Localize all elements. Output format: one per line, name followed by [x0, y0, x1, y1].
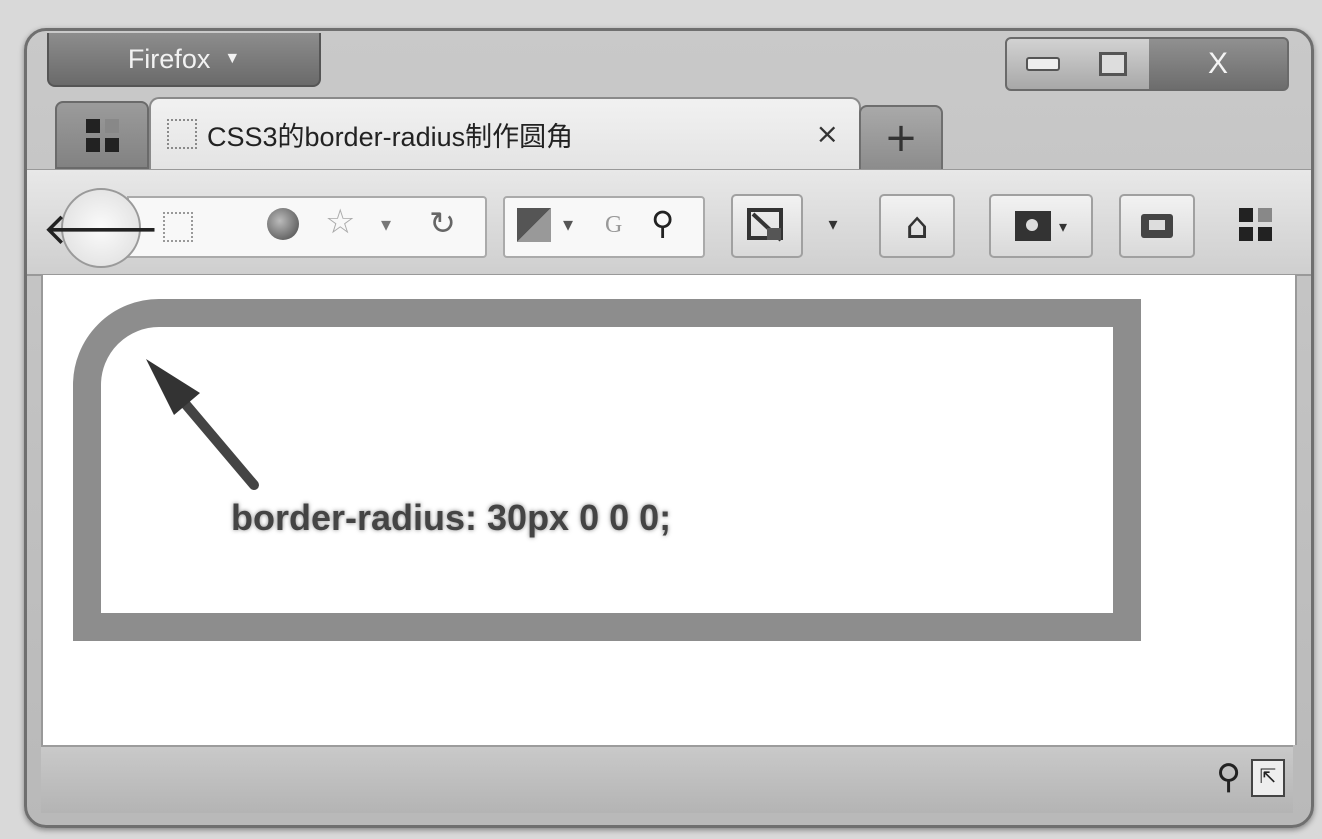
tab-active[interactable]: CSS3的border-radius制作圆角 ×: [149, 97, 861, 169]
border-radius-caption: border-radius: 30px 0 0 0;: [231, 497, 672, 538]
zoom-icon[interactable]: ⚲: [1216, 757, 1241, 797]
page-icon: [167, 119, 197, 149]
chevron-down-icon: ▾: [1058, 216, 1068, 236]
apps-button[interactable]: [1225, 194, 1285, 254]
back-arrow-icon: 🡐: [42, 204, 160, 255]
page-content: border-radius: 30px 0 0 0;: [41, 275, 1297, 745]
navigation-toolbar: ☆ ▾ ↻ 🡐 ▾ G ⚲ ▾ ⌂ ▾: [27, 169, 1311, 276]
home-icon: ⌂: [905, 205, 929, 247]
search-engine-dropdown-icon[interactable]: ▾: [563, 212, 573, 236]
search-icon[interactable]: ⚲: [651, 204, 674, 242]
tab-groups-icon: [85, 118, 119, 152]
tab-groups-button[interactable]: [55, 101, 149, 169]
maximize-button[interactable]: [1077, 37, 1151, 91]
tab-strip: CSS3的border-radius制作圆角 × +: [27, 97, 1311, 171]
search-bar[interactable]: ▾ G ⚲: [503, 196, 705, 258]
developer-tools-button[interactable]: [731, 194, 803, 258]
maximize-icon: [1099, 52, 1127, 76]
home-button[interactable]: ⌂: [879, 194, 955, 258]
plus-icon: +: [884, 115, 918, 161]
browser-window: Firefox ▼ X CSS3的border-radius制作圆角 × + ☆: [24, 28, 1314, 828]
developer-tools-icon: [747, 208, 783, 242]
status-bar: ⚲ ⇱: [41, 745, 1293, 813]
star-icon[interactable]: ☆: [325, 202, 355, 242]
new-tab-button[interactable]: +: [859, 105, 943, 171]
back-button[interactable]: 🡐: [42, 188, 160, 268]
url-bar[interactable]: ☆ ▾ ↻: [127, 196, 487, 258]
apps-icon: [1238, 207, 1272, 241]
tab-close-button[interactable]: ×: [816, 117, 839, 150]
close-icon: X: [1207, 47, 1228, 80]
firefox-menu-label: Firefox: [127, 43, 211, 74]
pointer-arrow-icon: [146, 359, 259, 490]
mail-button[interactable]: [1119, 194, 1195, 258]
minimize-icon: [1026, 57, 1060, 71]
bookmarks-icon: [1014, 211, 1051, 241]
resize-icon[interactable]: ⇱: [1251, 759, 1285, 797]
firefox-menu-button[interactable]: Firefox ▼: [47, 33, 321, 87]
reload-icon[interactable]: ↻: [429, 204, 456, 242]
chevron-down-icon: ▾: [828, 213, 838, 235]
site-identity-icon[interactable]: [163, 212, 193, 242]
globe-icon: [267, 208, 299, 240]
bookmarks-button[interactable]: ▾: [989, 194, 1093, 258]
tab-title: CSS3的border-radius制作圆角: [207, 121, 574, 152]
mail-icon: [1141, 214, 1173, 238]
search-engine-icon[interactable]: [517, 208, 551, 242]
search-input[interactable]: G: [605, 212, 622, 239]
close-window-button[interactable]: X: [1149, 37, 1289, 91]
developer-tools-dropdown[interactable]: ▾: [813, 194, 853, 254]
minimize-button[interactable]: [1005, 37, 1081, 91]
chevron-down-icon: ▼: [224, 50, 241, 67]
history-dropdown-icon[interactable]: ▾: [381, 212, 391, 236]
